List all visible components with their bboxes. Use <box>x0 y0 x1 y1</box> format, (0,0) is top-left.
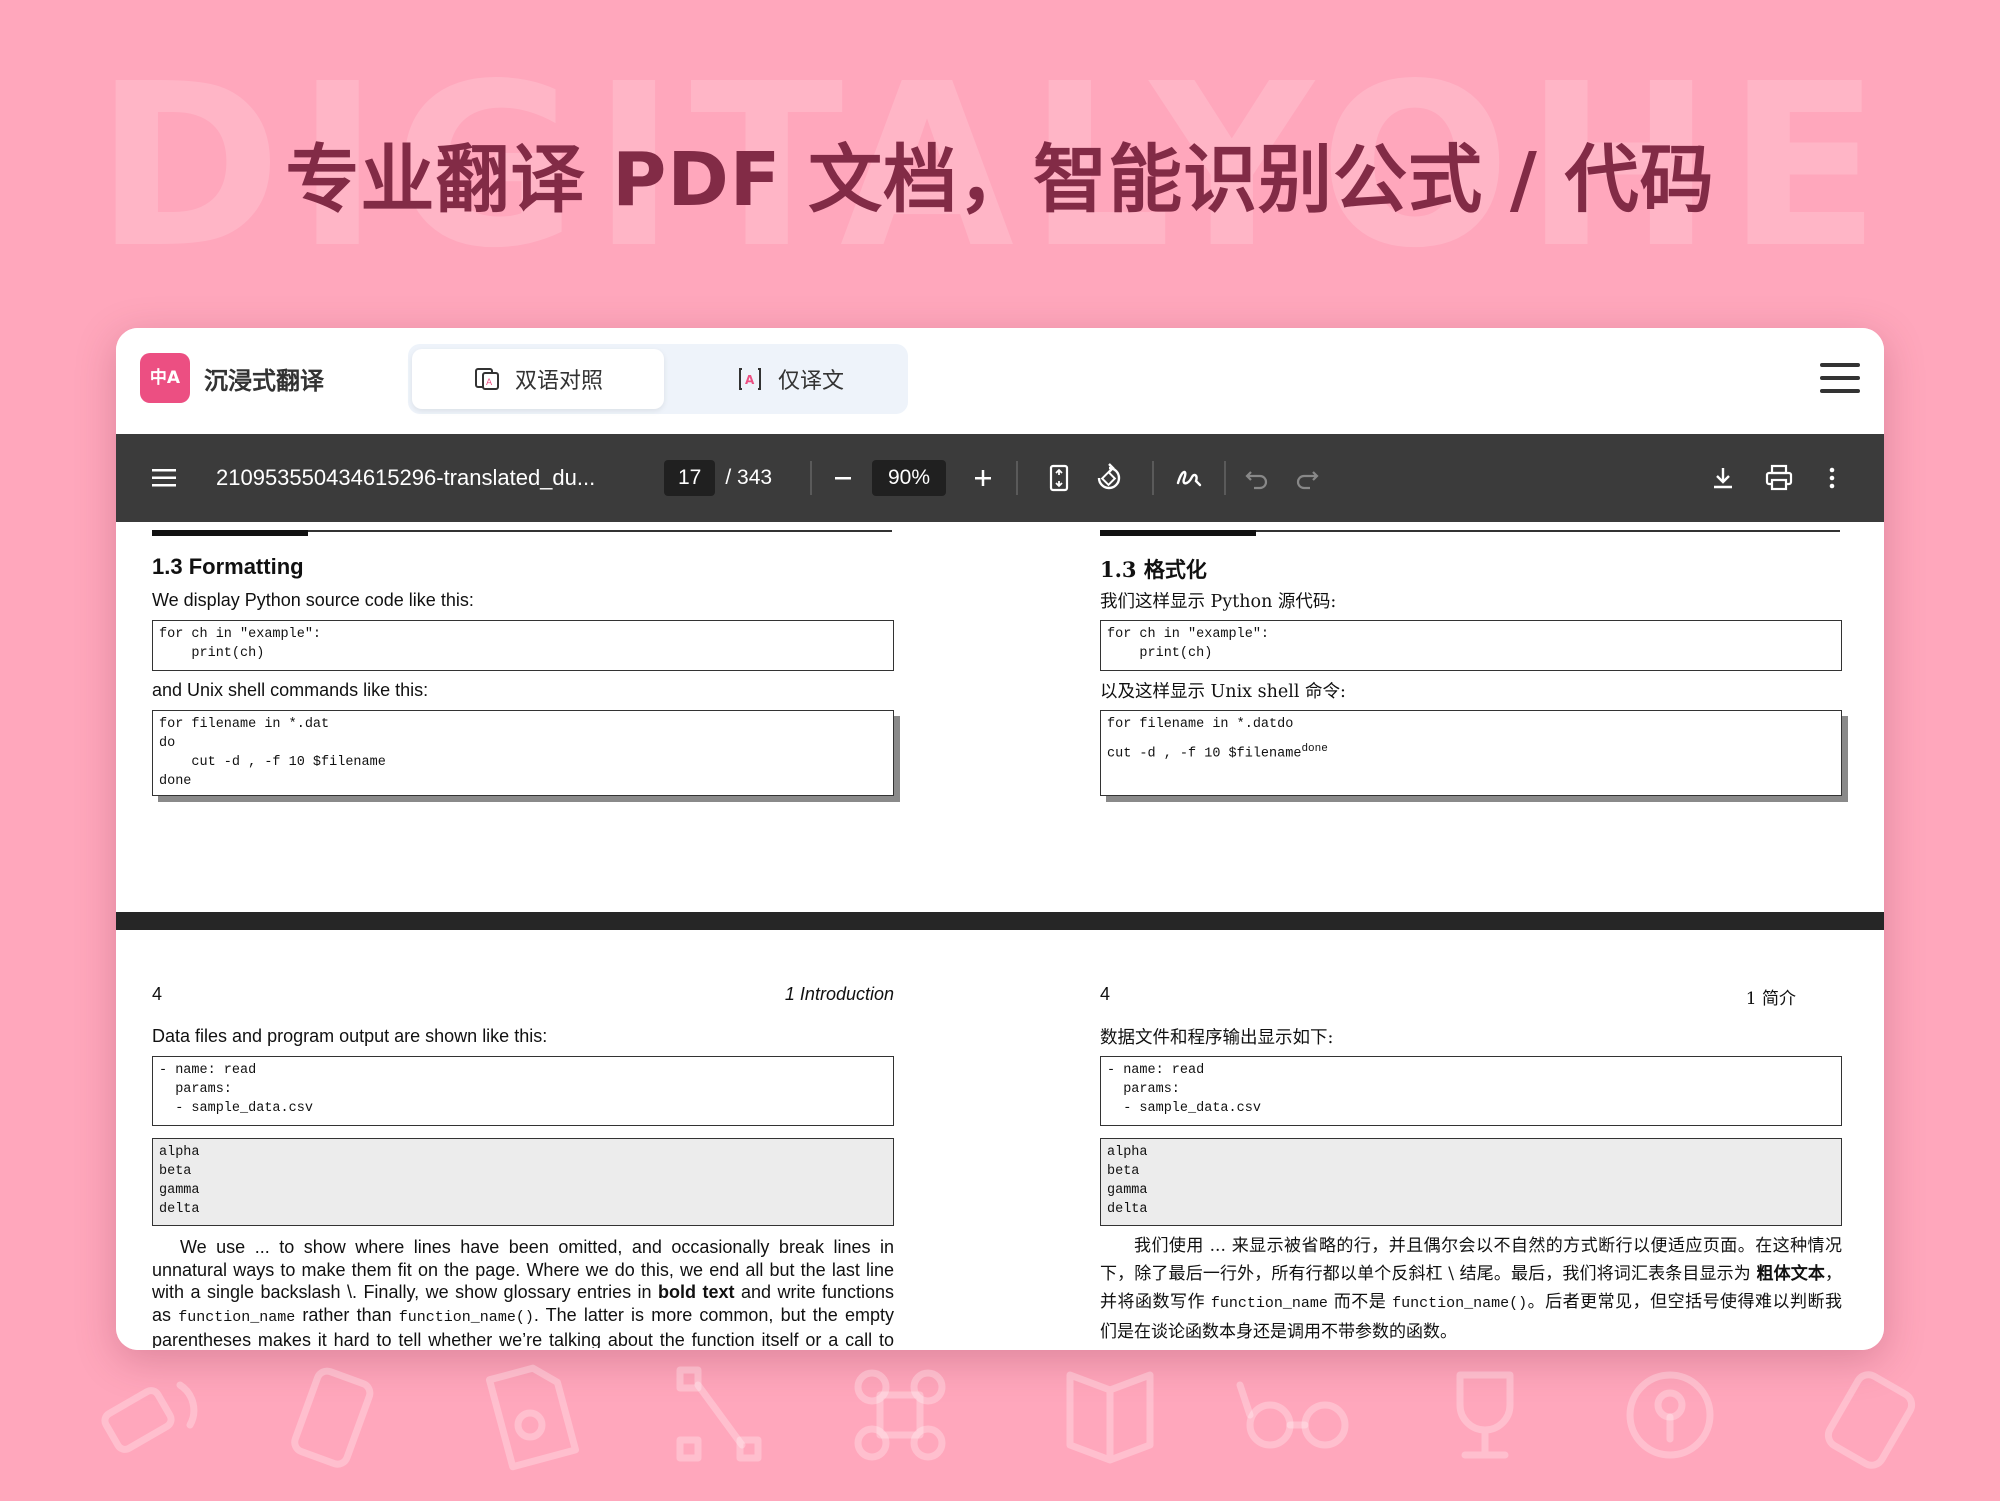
redo-icon[interactable] <box>1294 434 1320 522</box>
page-number-input[interactable]: 17 <box>664 460 716 496</box>
vector-path-icon <box>676 1366 762 1462</box>
app-header: 中A 沉浸式翻译 A 双语对照 A 仅译文 <box>116 328 1884 434</box>
output-block-zh: alpha beta gamma delta <box>1100 1138 1842 1226</box>
output-block-en: alpha beta gamma delta <box>152 1138 894 1226</box>
yaml-block-en: - name: read params: - sample_data.csv <box>152 1056 894 1126</box>
tag-icon <box>1824 1371 1916 1469</box>
undo-icon[interactable] <box>1244 434 1270 522</box>
glasses-icon <box>1236 1381 1349 1449</box>
yaml-block-zh: - name: read params: - sample_data.csv <box>1100 1056 1842 1126</box>
zoom-in-icon[interactable] <box>972 434 994 522</box>
python-code-block-zh: for ch in "example": print(ch) <box>1100 620 1842 671</box>
page-number-en: 4 <box>152 984 163 1004</box>
bilingual-icon: A <box>474 368 499 390</box>
bilingual-mode-button[interactable]: A 双语对照 <box>412 349 664 409</box>
app-name: 沉浸式翻译 <box>204 367 324 395</box>
app-menu-icon[interactable] <box>1820 363 1860 393</box>
usb-drive-icon <box>291 1367 374 1468</box>
print-icon[interactable] <box>1764 434 1794 522</box>
page-total: / 343 <box>725 466 773 489</box>
translation-only-icon: A <box>738 368 761 390</box>
sidebar-menu-icon[interactable] <box>152 434 178 522</box>
section-heading-en: 1.3 Formatting <box>152 554 304 579</box>
pdf-toolbar: 2109535504346152​96-translated_du... 17 … <box>116 434 1884 522</box>
svg-text:A: A <box>486 378 493 388</box>
shell-code-block-zh: for filename in *.datdo cut -d , -f 10 $… <box>1100 710 1842 796</box>
shell-sup: done <box>1301 743 1328 755</box>
draw-icon[interactable] <box>1174 434 1204 522</box>
shell-code-block-en: for filename in *.dat do cut -d , -f 10 … <box>152 710 894 796</box>
shell-line-2: cut -d , -f 10 $filename <box>1107 746 1302 762</box>
shell-intro-en: and Unix shell commands like this: <box>152 680 429 700</box>
code-intro-zh: 我们这样显示 Python 源代码: <box>1100 592 1337 612</box>
pdf-viewer[interactable]: 1.3 Formatting We display Python source … <box>116 522 1884 1350</box>
book-icon <box>1066 1371 1154 1464</box>
download-icon[interactable] <box>1710 434 1736 522</box>
more-icon[interactable] <box>1828 434 1836 522</box>
body-paragraph-en: We use ... to show where lines have been… <box>152 1237 894 1348</box>
view-mode-switch: A 双语对照 A 仅译文 <box>408 344 908 414</box>
decorative-icon-row <box>101 1364 1916 1471</box>
page-separator <box>116 912 1884 930</box>
bilingual-mode-label: 双语对照 <box>514 369 603 394</box>
shell-line-1: for filename in *.datdo <box>1107 717 1294 732</box>
promo-headline: 专业翻译 PDF 文档，智能识别公式 / 代码 <box>285 137 1715 223</box>
rotate-icon[interactable] <box>1094 434 1124 522</box>
shell-intro-zh: 以及这样显示 Unix shell 命令: <box>1100 682 1346 702</box>
chapter-title-zh: 1 简介 <box>1745 989 1796 1009</box>
translation-only-mode-button[interactable]: A 仅译文 <box>664 349 916 409</box>
zoom-level[interactable]: 90% <box>872 460 947 496</box>
svg-text:A: A <box>745 373 755 387</box>
command-key-icon <box>854 1369 946 1461</box>
chapter-title-en: 1 Introduction <box>784 984 894 1004</box>
page-number-zh: 4 <box>1100 984 1111 1004</box>
key-circle-icon <box>1626 1371 1714 1459</box>
file-lock-icon <box>485 1364 580 1471</box>
body-paragraph-zh: 我们使用 ... 来显示被省略的行，并且偶尔会以不自然的方式断行以便适应页面。在… <box>1100 1236 1842 1342</box>
data-intro-en: Data files and program output are shown … <box>152 1026 548 1046</box>
section-heading-zh: 1.3 格式化 <box>1100 557 1207 582</box>
translation-only-mode-label: 仅译文 <box>777 369 844 394</box>
file-name: 2109535504346152​96-translated_du... <box>216 465 596 490</box>
python-code-block-en: for ch in "example": print(ch) <box>152 620 894 671</box>
trophy-icon <box>1456 1371 1514 1459</box>
data-intro-zh: 数据文件和程序输出显示如下: <box>1100 1028 1334 1048</box>
wifi-device-icon <box>101 1381 198 1453</box>
app-logo: 中A <box>140 353 190 403</box>
code-intro-en: We display Python source code like this: <box>152 590 474 610</box>
app-window: 中A 沉浸式翻译 A 双语对照 A 仅译文 <box>116 328 1884 1350</box>
zoom-out-icon[interactable] <box>832 434 854 522</box>
fit-page-icon[interactable] <box>1048 434 1070 522</box>
